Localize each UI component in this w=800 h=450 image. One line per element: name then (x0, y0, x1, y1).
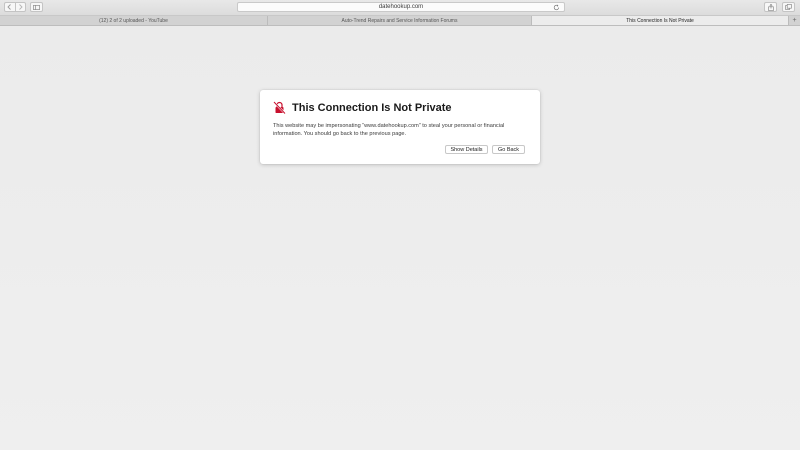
tab-bar: (12) 2 of 2 uploaded - YouTube Auto-Tren… (0, 16, 800, 26)
new-tab-button[interactable]: + (789, 16, 800, 25)
tabs-overview-icon (785, 4, 792, 10)
tab-label: (12) 2 of 2 uploaded - YouTube (99, 17, 168, 24)
address-text: datehookup.com (378, 4, 424, 10)
toolbar: datehookup.com (0, 0, 800, 16)
tabs-overview-button[interactable] (782, 2, 795, 12)
sidebar-button[interactable] (30, 2, 43, 12)
dialog-title: This Connection Is Not Private (292, 102, 452, 114)
chevron-left-icon (7, 4, 12, 10)
tab-youtube[interactable]: (12) 2 of 2 uploaded - YouTube (0, 16, 268, 25)
chevron-right-icon (18, 4, 23, 10)
tab-label: Auto-Trend Repairs and Service Informati… (341, 17, 458, 24)
show-details-button[interactable]: Show Details (445, 145, 488, 154)
reload-icon[interactable] (553, 4, 560, 11)
plus-icon: + (792, 17, 797, 24)
share-icon (767, 3, 774, 11)
forward-button[interactable] (14, 3, 26, 11)
back-button[interactable] (5, 3, 15, 11)
dialog-message: This website may be impersonating “www.d… (273, 122, 531, 138)
share-button[interactable] (764, 2, 777, 12)
tab-label: This Connection Is Not Private (626, 17, 694, 24)
address-bar[interactable]: datehookup.com (237, 2, 565, 12)
tab-connection-not-private[interactable]: This Connection Is Not Private (532, 16, 789, 25)
browser-window: datehookup.com (12) 2 of 2 uploaded - Yo… (0, 0, 800, 450)
tab-auto-trend-forums[interactable]: Auto-Trend Repairs and Service Informati… (268, 16, 532, 25)
broken-lock-icon (273, 101, 286, 114)
sidebar-icon (33, 4, 40, 10)
go-back-button[interactable]: Go Back (492, 145, 525, 154)
privacy-warning-dialog: This Connection Is Not Private This webs… (260, 90, 540, 164)
dialog-message-line-1: This website may be impersonating “www.d… (273, 123, 505, 129)
nav-buttons (4, 2, 26, 12)
dialog-message-line-2: information. You should go back to the p… (273, 131, 407, 137)
page-content: This Connection Is Not Private This webs… (0, 26, 800, 450)
